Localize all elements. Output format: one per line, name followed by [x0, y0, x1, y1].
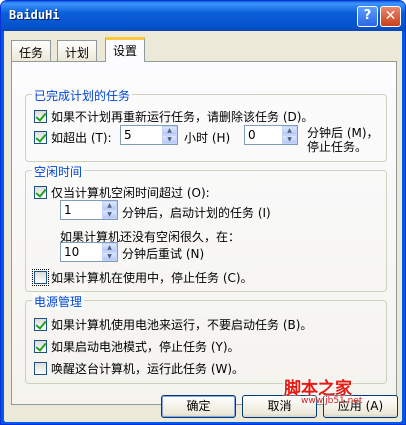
group-title-idle: 空闲时间	[32, 163, 85, 180]
stop-on-battery-checkbox[interactable]	[34, 340, 47, 353]
tab-settings[interactable]: 设置	[105, 37, 146, 62]
delete-task-label: 如果不计划再重新运行任务，请删除该任务 (D)。	[51, 110, 314, 124]
idle-minutes-spinner[interactable]: 1 ▲ ▼	[60, 200, 118, 220]
stop-on-battery-option[interactable]: 如果启动电池模式，停止任务 (Y)。	[34, 338, 240, 355]
minutes-label-line2: 停止任务。	[307, 140, 368, 154]
delete-task-checkbox[interactable]	[34, 110, 47, 123]
spin-down-icon[interactable]: ▼	[282, 135, 297, 144]
help-button[interactable]: ?	[357, 6, 378, 27]
stop-if-in-use-option[interactable]: 如果计算机在使用中，停止任务 (C)。	[32, 269, 253, 286]
title-bar[interactable]: BaiduHi ? ✕	[1, 1, 405, 31]
no-start-battery-option[interactable]: 如果计算机使用电池来运行，不要启动任务 (B)。	[34, 316, 312, 333]
spin-up-icon[interactable]: ▲	[102, 243, 117, 252]
minutes-spinner[interactable]: 0 ▲ ▼	[244, 125, 298, 145]
retry-label: 分钟后重试 (N)	[122, 247, 205, 261]
hours-label: 小时 (H)	[184, 131, 231, 145]
tab-schedule[interactable]: 计划	[57, 40, 98, 61]
idle-minutes-value: 1	[64, 203, 72, 217]
watermark-url: www.jb51.net	[301, 396, 363, 406]
stop-if-in-use-checkbox[interactable]	[32, 269, 49, 286]
stop-if-longer-label: 如超出 (T):	[51, 131, 112, 145]
only-if-idle-label: 仅当计算机空闲时间超过 (O):	[51, 186, 210, 200]
wake-to-run-checkbox[interactable]	[34, 362, 47, 375]
only-if-idle-checkbox[interactable]	[34, 186, 47, 199]
spin-up-icon[interactable]: ▲	[162, 126, 177, 135]
dialog-window: BaiduHi ? ✕ 任务 计划 设置 已完成计划的任务 如果不计划再重新运行…	[0, 0, 406, 425]
only-if-idle-option[interactable]: 仅当计算机空闲时间超过 (O):	[34, 184, 210, 201]
retry-spinner[interactable]: 10 ▲ ▼	[60, 242, 118, 262]
stop-on-battery-label: 如果启动电池模式，停止任务 (Y)。	[51, 340, 240, 354]
stop-if-longer-option[interactable]: 如超出 (T):	[34, 129, 112, 146]
spin-up-icon[interactable]: ▲	[282, 126, 297, 135]
group-title-completed: 已完成计划的任务	[32, 87, 133, 104]
spin-down-icon[interactable]: ▼	[102, 210, 117, 219]
ok-button[interactable]: 确定	[161, 395, 236, 418]
group-title-power: 电源管理	[32, 293, 85, 310]
spin-up-icon[interactable]: ▲	[102, 201, 117, 210]
delete-task-option[interactable]: 如果不计划再重新运行任务，请删除该任务 (D)。	[34, 108, 313, 125]
window-title: BaiduHi	[9, 8, 60, 22]
stop-if-longer-checkbox[interactable]	[34, 131, 47, 144]
close-button[interactable]: ✕	[380, 6, 401, 27]
tab-tasks[interactable]: 任务	[11, 40, 52, 61]
spin-down-icon[interactable]: ▼	[162, 135, 177, 144]
no-start-battery-label: 如果计算机使用电池来运行，不要启动任务 (B)。	[51, 318, 313, 332]
hours-value: 5	[124, 128, 132, 142]
idle-minutes-label: 分钟后，启动计划的任务 (I)	[122, 206, 271, 220]
stop-if-in-use-label: 如果计算机在使用中，停止任务 (C)。	[51, 271, 253, 285]
retry-value: 10	[64, 245, 80, 259]
minutes-value: 0	[248, 128, 256, 142]
wake-to-run-label: 唤醒这台计算机，运行此任务 (W)。	[51, 362, 245, 376]
hours-spinner[interactable]: 5 ▲ ▼	[120, 125, 178, 145]
no-start-battery-checkbox[interactable]	[34, 318, 47, 331]
spin-down-icon[interactable]: ▼	[102, 252, 117, 261]
dialog-client: 任务 计划 设置 已完成计划的任务 如果不计划再重新运行任务，请删除该任务 (D…	[5, 31, 401, 422]
wake-to-run-option[interactable]: 唤醒这台计算机，运行此任务 (W)。	[34, 360, 244, 377]
settings-panel: 已完成计划的任务 如果不计划再重新运行任务，请删除该任务 (D)。 如超出 (T…	[11, 61, 397, 405]
